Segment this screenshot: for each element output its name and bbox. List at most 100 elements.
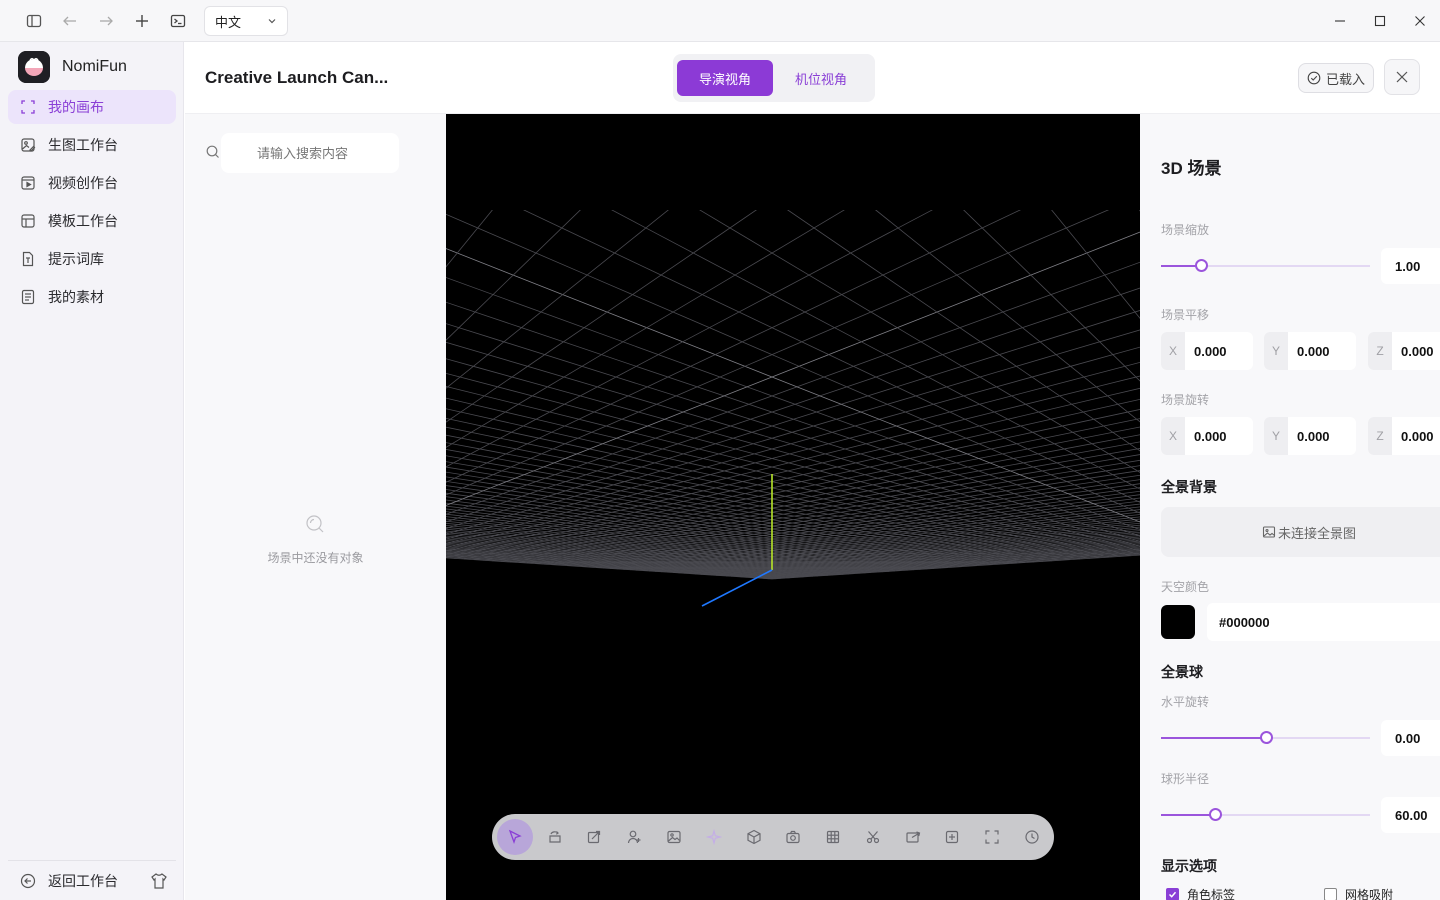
window-close-icon[interactable] (1408, 9, 1432, 33)
grid-line (461, 458, 534, 472)
grid-line (926, 509, 971, 517)
grid-line (446, 323, 505, 343)
grid-line (897, 227, 982, 295)
sidebar-item-label: 我的素材 (48, 289, 104, 305)
grid-line (547, 531, 585, 536)
grid-line (1030, 274, 1086, 328)
grid-line (723, 395, 794, 420)
shirt-icon[interactable] (150, 872, 168, 890)
loaded-label: 已载入 (1325, 71, 1365, 87)
grid-line (446, 426, 501, 439)
sidebar-toggle-icon[interactable] (22, 9, 46, 33)
grid-line (446, 411, 461, 423)
tab-director-view[interactable]: 导演视角 (677, 60, 773, 96)
template-icon (20, 213, 36, 229)
search-input[interactable] (221, 133, 399, 173)
sidebar-item-image-studio[interactable]: 生图工作台 (8, 128, 176, 162)
grid-line (453, 462, 525, 476)
3d-viewport[interactable] (446, 114, 1140, 900)
back-to-workbench-button[interactable]: 返回工作台 (8, 860, 176, 900)
grid-line (543, 466, 606, 479)
grid-line (942, 513, 986, 521)
grid-line (551, 515, 595, 522)
grid-line (565, 458, 630, 472)
chevron-down-icon (267, 16, 277, 26)
grid-line (446, 449, 471, 455)
sidebar-item-video-studio[interactable]: 视频创作台 (8, 166, 176, 200)
grid-line (1010, 458, 1083, 472)
grid-line (565, 490, 618, 500)
grid-line (956, 462, 990, 476)
maximize-icon[interactable] (1368, 9, 1392, 33)
grid-line (614, 252, 740, 313)
tab-camera-view[interactable]: 机位视角 (773, 60, 869, 96)
grid-line (912, 411, 995, 433)
sidebar-item-my-canvas[interactable]: 我的画布 (8, 90, 176, 124)
minimize-icon[interactable] (1328, 9, 1352, 33)
sidebar-item-prompt-library[interactable]: 提示词库 (8, 242, 176, 276)
sidebar-item-template-studio[interactable]: 模板工作台 (8, 204, 176, 238)
grid-line (715, 311, 806, 355)
grid-line (533, 458, 566, 472)
grid-line (446, 248, 563, 295)
grid-line (461, 418, 494, 439)
grid-line (945, 495, 996, 505)
grid-line (473, 365, 581, 397)
grid-line (562, 227, 647, 295)
grid-line (896, 403, 980, 427)
terminal-icon[interactable] (166, 9, 190, 33)
grid-line (1107, 387, 1140, 397)
sidebar-item-label: 模板工作台 (48, 213, 118, 229)
grid-line (750, 395, 821, 420)
grid-line (948, 481, 979, 492)
grid-line (771, 294, 862, 343)
sidebar: NomiFun 我的画布 生图工作台 视频创作台 模板工作台 提示词库 我的素材… (0, 42, 184, 900)
grid-line (875, 443, 942, 459)
grid-line (957, 517, 1000, 524)
grid-line (539, 498, 591, 507)
canvas-frame-icon (20, 99, 36, 115)
grid-line (446, 301, 522, 329)
grid-line (576, 453, 642, 468)
loaded-button[interactable]: 已载入 (1298, 63, 1374, 93)
grid-line (964, 519, 1007, 525)
sidebar-item-label: 视频创作台 (48, 175, 118, 191)
grid-line (916, 487, 970, 497)
grid-line (556, 493, 608, 502)
sidebar-nav: 我的画布 生图工作台 视频创作台 模板工作台 提示词库 我的素材 (8, 90, 176, 318)
new-tab-plus-icon[interactable] (130, 9, 154, 33)
language-select[interactable]: 中文 (204, 6, 288, 36)
grid-line (927, 341, 1041, 378)
grid-line (558, 513, 602, 521)
grid-line (564, 376, 617, 405)
grid-line (1055, 329, 1140, 356)
grid-line (572, 525, 611, 531)
close-canvas-button[interactable] (1384, 59, 1420, 95)
grid-line (559, 528, 598, 534)
grid-line (959, 474, 1020, 486)
sidebar-item-my-assets[interactable]: 我的素材 (8, 280, 176, 314)
grid-line (524, 474, 585, 486)
grid-line (1043, 418, 1137, 439)
grid-line (565, 443, 603, 459)
forward-arrow-icon[interactable] (94, 9, 118, 33)
grid-line (682, 341, 773, 378)
grid-line (949, 411, 993, 433)
grid-line (470, 453, 544, 468)
grid-line (647, 354, 716, 388)
grid-line (1020, 403, 1119, 427)
brand[interactable]: NomiFun (18, 51, 127, 83)
grid-line (933, 525, 972, 531)
grid-line (884, 477, 939, 489)
grid-line (581, 507, 626, 515)
grid-line (771, 341, 862, 378)
grid-line (584, 484, 638, 495)
back-arrow-icon[interactable] (58, 9, 82, 33)
grid-line (456, 500, 511, 509)
grid-line (606, 252, 694, 313)
grid-line (936, 493, 988, 502)
grid-line (460, 386, 498, 413)
view-mode-tabs: 导演视角 机位视角 (673, 54, 875, 102)
grid-line (589, 448, 655, 464)
grid-line (503, 341, 617, 378)
